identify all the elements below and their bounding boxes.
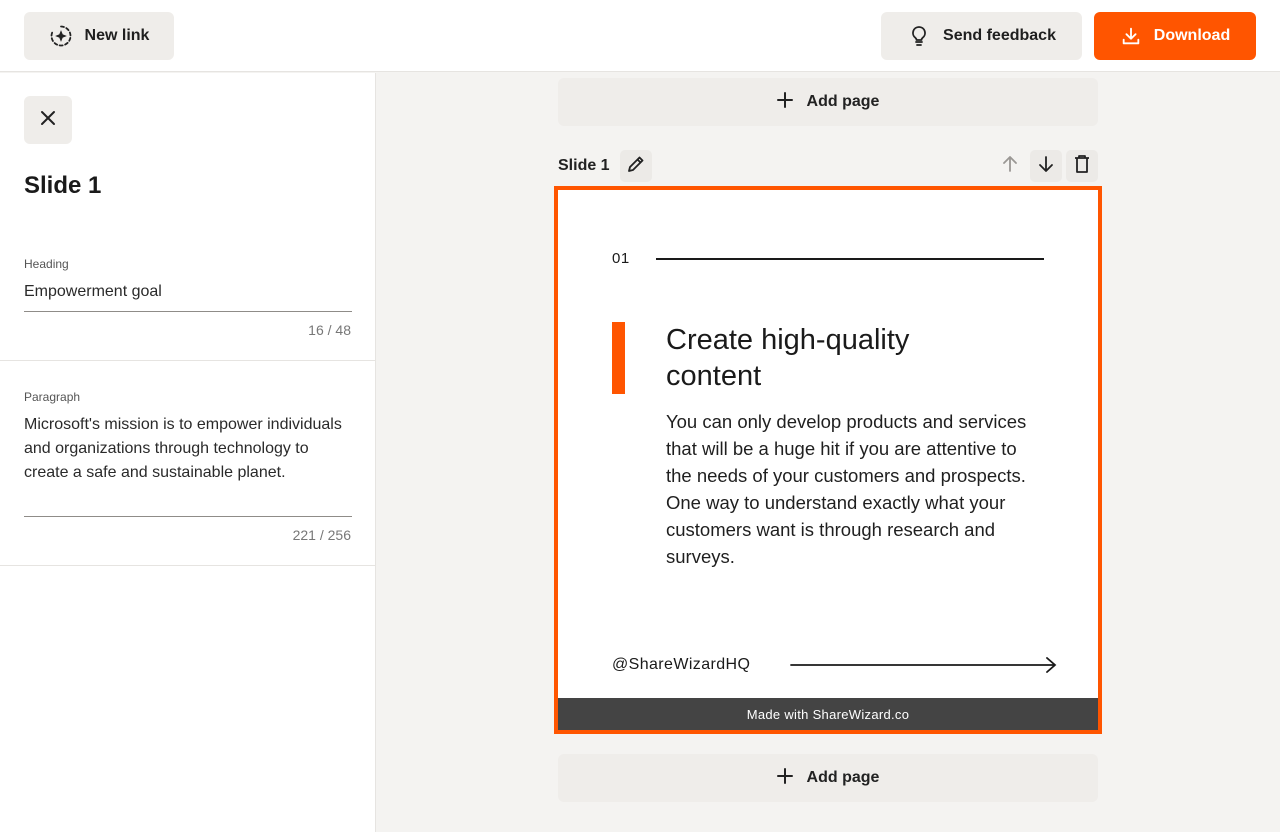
trash-icon <box>1073 154 1091 179</box>
paragraph-field-label: Paragraph <box>24 390 81 404</box>
slide-accent-bar <box>612 322 625 394</box>
sidebar-title: Slide 1 <box>24 172 102 199</box>
lightbulb-icon <box>907 24 931 48</box>
slide-heading: Create high-quality content <box>666 324 910 392</box>
top-toolbar: New link Send feedback Download <box>0 0 1280 72</box>
slide-number: 01 <box>612 250 630 267</box>
move-up-button[interactable] <box>994 150 1026 182</box>
add-page-button-top[interactable]: Add page <box>558 78 1098 126</box>
slide-title-label: Slide 1 <box>558 157 610 174</box>
close-icon <box>39 109 57 132</box>
pencil-icon <box>626 154 646 179</box>
arrow-down-icon <box>1036 154 1056 179</box>
heading-field-label: Heading <box>24 257 69 271</box>
send-feedback-label: Send feedback <box>943 27 1056 44</box>
heading-char-count: 16 / 48 <box>308 322 351 338</box>
arrow-right-icon <box>790 656 1058 679</box>
paragraph-textarea[interactable]: Microsoft's mission is to empower indivi… <box>24 413 352 485</box>
paragraph-char-count: 221 / 256 <box>292 527 351 543</box>
slide-paragraph: You can only develop products and servic… <box>666 411 1027 567</box>
section-divider <box>0 360 376 361</box>
heading-input-underline <box>24 311 352 312</box>
new-link-label: New link <box>84 27 150 44</box>
arrow-up-icon <box>1000 154 1020 179</box>
download-label: Download <box>1153 27 1231 44</box>
plus-icon <box>776 91 793 113</box>
slide-watermark-footer: Made with ShareWizard.co <box>558 698 1098 730</box>
slide-top-rule <box>656 258 1044 260</box>
download-button[interactable]: Download <box>1094 12 1256 60</box>
new-link-button[interactable]: New link <box>24 12 174 60</box>
close-button[interactable] <box>24 96 72 144</box>
paragraph-input-underline <box>24 516 352 517</box>
plus-icon <box>776 767 793 789</box>
slide-handle: @ShareWizardHQ <box>612 656 751 673</box>
sparkle-circle-icon <box>49 24 73 48</box>
edit-sidebar: Slide 1 Heading Empowerment goal 16 / 48… <box>0 73 376 832</box>
edit-slide-button[interactable] <box>620 150 652 182</box>
add-page-button-bottom[interactable]: Add page <box>558 754 1098 802</box>
send-feedback-button[interactable]: Send feedback <box>881 12 1082 60</box>
heading-input[interactable]: Empowerment goal <box>24 280 352 304</box>
move-down-button[interactable] <box>1030 150 1062 182</box>
slide-preview[interactable]: 01 Create high-quality content You can o… <box>554 186 1102 734</box>
add-page-label: Add page <box>806 93 880 110</box>
add-page-label: Add page <box>806 769 880 786</box>
delete-slide-button[interactable] <box>1066 150 1098 182</box>
download-icon <box>1120 25 1142 47</box>
section-divider <box>0 565 376 566</box>
